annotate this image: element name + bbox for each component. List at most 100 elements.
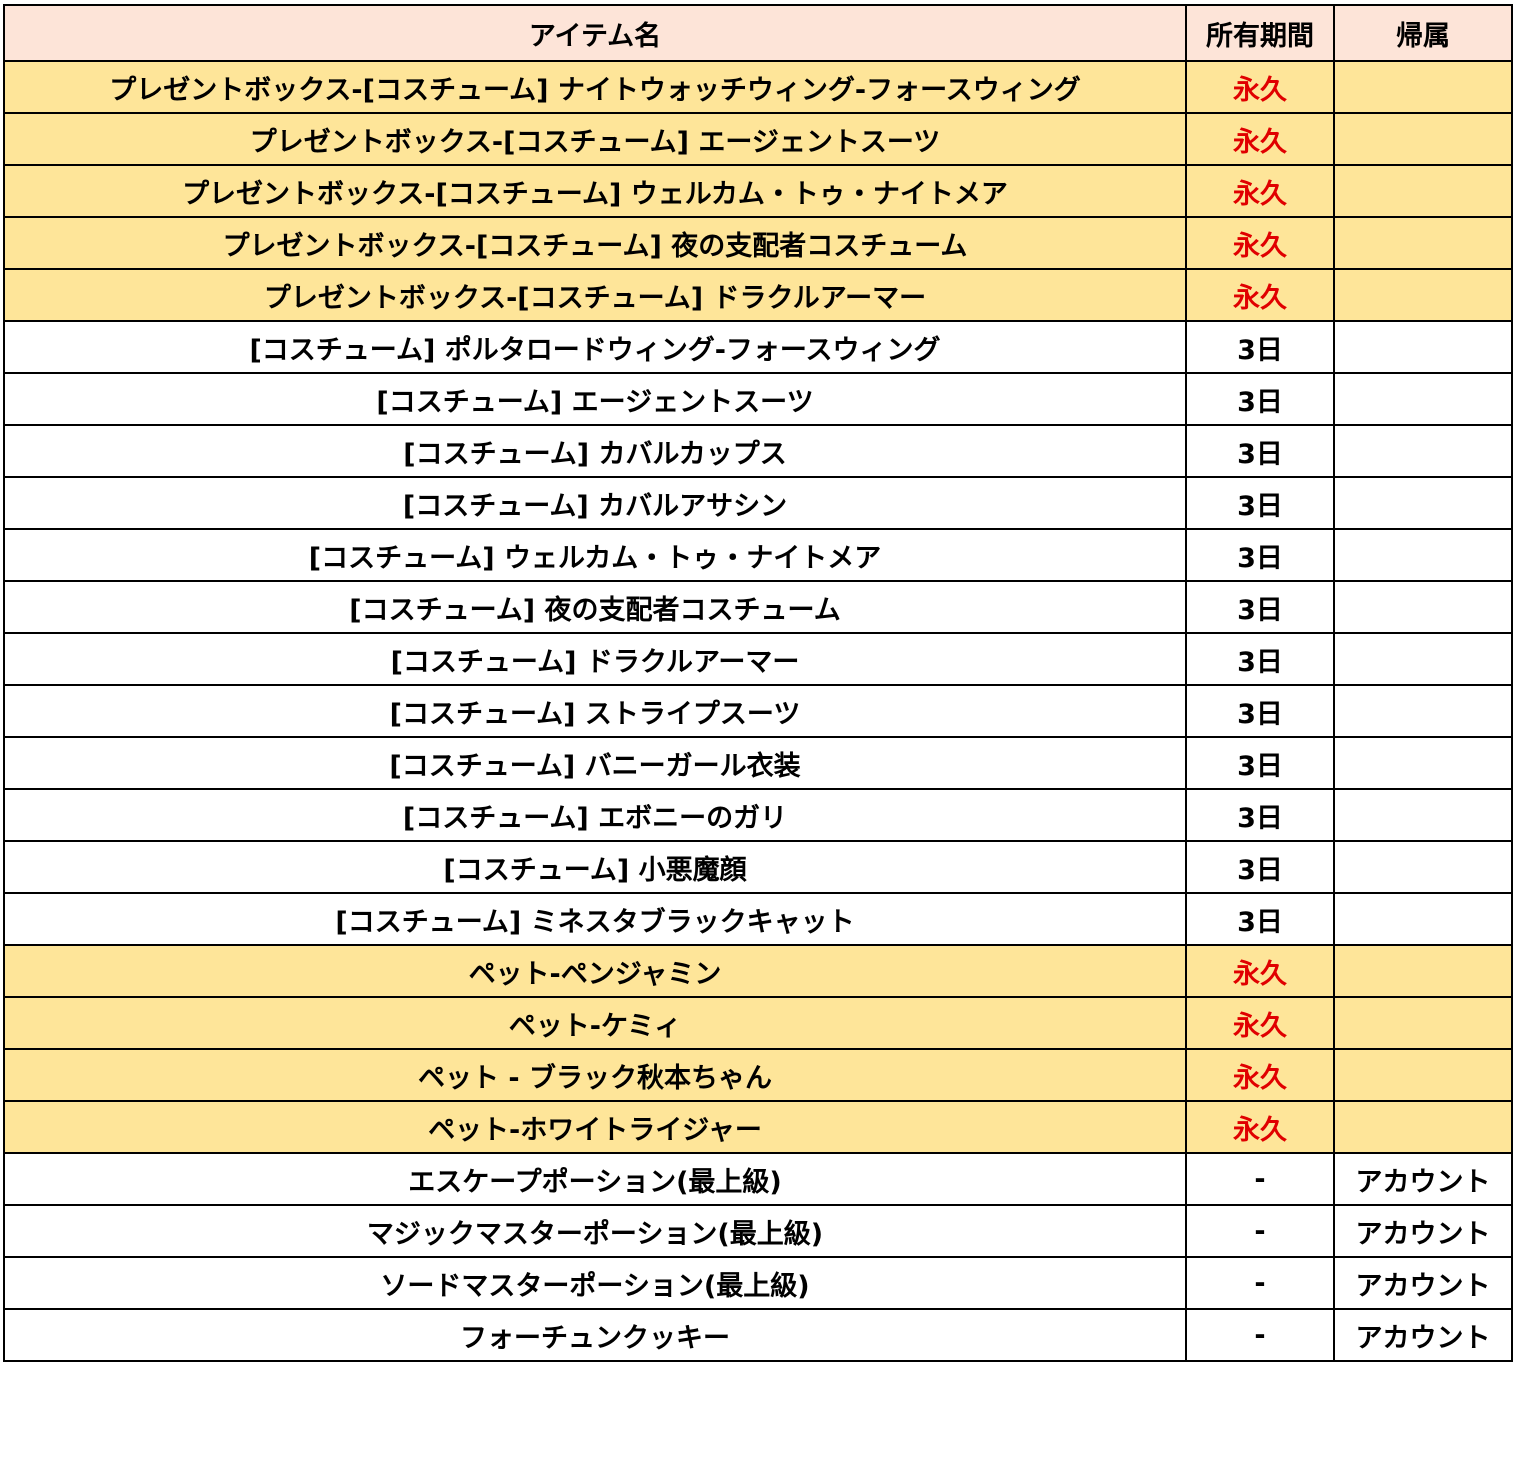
item-name-cell: プレゼントボックス-[コスチューム] ウェルカム・トゥ・ナイトメア [3,164,1187,218]
table-row: [コスチューム] ドラクルアーマー 3日 [3,632,1513,686]
item-name-cell: [コスチューム] ストライプスーツ [3,684,1187,738]
item-name-cell: ソードマスターポーション(最上級) [3,1256,1187,1310]
table-row: エスケープポーション(最上級) - アカウント [3,1152,1513,1206]
table-row: [コスチューム] 小悪魔顔 3日 [3,840,1513,894]
period-cell: 永久 [1185,1048,1335,1102]
binding-cell [1333,840,1513,894]
period-cell: - [1185,1256,1335,1310]
period-cell: 永久 [1185,216,1335,270]
binding-cell [1333,1048,1513,1102]
binding-cell [1333,268,1513,322]
binding-cell [1333,1100,1513,1154]
period-cell: - [1185,1308,1335,1362]
binding-cell [1333,476,1513,530]
item-name-cell: エスケープポーション(最上級) [3,1152,1187,1206]
header-row: アイテム名 所有期間 帰属 [3,4,1513,62]
table-row: [コスチューム] カバルカップス 3日 [3,424,1513,478]
item-name-cell: ペット-ホワイトライジャー [3,1100,1187,1154]
binding-cell [1333,996,1513,1050]
binding-cell [1333,164,1513,218]
period-cell: 3日 [1185,528,1335,582]
table-row: ペット - ブラック秋本ちゃん 永久 [3,1048,1513,1102]
period-cell: 永久 [1185,164,1335,218]
period-cell: 3日 [1185,476,1335,530]
table-row: プレゼントボックス-[コスチューム] ドラクルアーマー 永久 [3,268,1513,322]
period-cell: 永久 [1185,60,1335,114]
binding-cell [1333,216,1513,270]
item-name-cell: プレゼントボックス-[コスチューム] ナイトウォッチウィング-フォースウィング [3,60,1187,114]
table-row: [コスチューム] カバルアサシン 3日 [3,476,1513,530]
period-cell: 永久 [1185,112,1335,166]
item-name-cell: プレゼントボックス-[コスチューム] 夜の支配者コスチューム [3,216,1187,270]
period-cell: 永久 [1185,268,1335,322]
binding-cell: アカウント [1333,1152,1513,1206]
table-row: プレゼントボックス-[コスチューム] ウェルカム・トゥ・ナイトメア 永久 [3,164,1513,218]
table-row: [コスチューム] ストライプスーツ 3日 [3,684,1513,738]
binding-cell [1333,580,1513,634]
item-name-cell: [コスチューム] ドラクルアーマー [3,632,1187,686]
table-row: プレゼントボックス-[コスチューム] ナイトウォッチウィング-フォースウィング永… [3,60,1513,114]
header-period: 所有期間 [1185,4,1335,62]
table-row: [コスチューム] エボニーのガリ 3日 [3,788,1513,842]
period-cell: 永久 [1185,1100,1335,1154]
item-name-cell: [コスチューム] 夜の支配者コスチューム [3,580,1187,634]
item-name-cell: ペット-ケミィ [3,996,1187,1050]
item-name-cell: プレゼントボックス-[コスチューム] ドラクルアーマー [3,268,1187,322]
binding-cell [1333,528,1513,582]
table-row: [コスチューム] ポルタロードウィング-フォースウィング 3日 [3,320,1513,374]
item-name-cell: [コスチューム] カバルアサシン [3,476,1187,530]
table-header: アイテム名 所有期間 帰属 [3,4,1513,62]
period-cell: 永久 [1185,996,1335,1050]
period-cell: - [1185,1152,1335,1206]
item-name-cell: [コスチューム] 小悪魔顔 [3,840,1187,894]
table-row: ペット-ホワイトライジャー 永久 [3,1100,1513,1154]
binding-cell: アカウント [1333,1204,1513,1258]
item-name-cell: [コスチューム] エボニーのガリ [3,788,1187,842]
table-row: ソードマスターポーション(最上級) - アカウント [3,1256,1513,1310]
item-name-cell: [コスチューム] エージェントスーツ [3,372,1187,426]
binding-cell [1333,424,1513,478]
binding-cell [1333,112,1513,166]
period-cell: 3日 [1185,736,1335,790]
binding-cell: アカウント [1333,1308,1513,1362]
period-cell: 3日 [1185,892,1335,946]
table-row: マジックマスターポーション(最上級) - アカウント [3,1204,1513,1258]
period-cell: 永久 [1185,944,1335,998]
table-row: [コスチューム] ミネスタブラックキャット 3日 [3,892,1513,946]
binding-cell [1333,788,1513,842]
period-cell: 3日 [1185,372,1335,426]
period-cell: 3日 [1185,840,1335,894]
period-cell: 3日 [1185,684,1335,738]
binding-cell [1333,892,1513,946]
table-row: [コスチューム] ウェルカム・トゥ・ナイトメア 3日 [3,528,1513,582]
item-name-cell: [コスチューム] カバルカップス [3,424,1187,478]
binding-cell [1333,736,1513,790]
table-row: [コスチューム] エージェントスーツ 3日 [3,372,1513,426]
table-row: プレゼントボックス-[コスチューム] 夜の支配者コスチューム 永久 [3,216,1513,270]
item-name-cell: ペット-ペンジャミン [3,944,1187,998]
period-cell: 3日 [1185,788,1335,842]
item-name-cell: マジックマスターポーション(最上級) [3,1204,1187,1258]
table-body: プレゼントボックス-[コスチューム] ナイトウォッチウィング-フォースウィング永… [3,60,1513,1362]
binding-cell [1333,372,1513,426]
table-row: プレゼントボックス-[コスチューム] エージェントスーツ 永久 [3,112,1513,166]
binding-cell [1333,684,1513,738]
item-name-cell: [コスチューム] ポルタロードウィング-フォースウィング [3,320,1187,374]
binding-cell [1333,320,1513,374]
item-name-cell: [コスチューム] バニーガール衣装 [3,736,1187,790]
table-row: [コスチューム] 夜の支配者コスチューム 3日 [3,580,1513,634]
binding-cell: アカウント [1333,1256,1513,1310]
binding-cell [1333,60,1513,114]
table-row: ペット-ケミィ 永久 [3,996,1513,1050]
binding-cell [1333,944,1513,998]
period-cell: - [1185,1204,1335,1258]
period-cell: 3日 [1185,424,1335,478]
period-cell: 3日 [1185,632,1335,686]
item-table: アイテム名 所有期間 帰属 プレゼントボックス-[コスチューム] ナイトウォッチ… [3,4,1513,1362]
period-cell: 3日 [1185,580,1335,634]
header-binding: 帰属 [1333,4,1513,62]
item-name-cell: ペット - ブラック秋本ちゃん [3,1048,1187,1102]
item-name-cell: プレゼントボックス-[コスチューム] エージェントスーツ [3,112,1187,166]
table-row: [コスチューム] バニーガール衣装 3日 [3,736,1513,790]
period-cell: 3日 [1185,320,1335,374]
